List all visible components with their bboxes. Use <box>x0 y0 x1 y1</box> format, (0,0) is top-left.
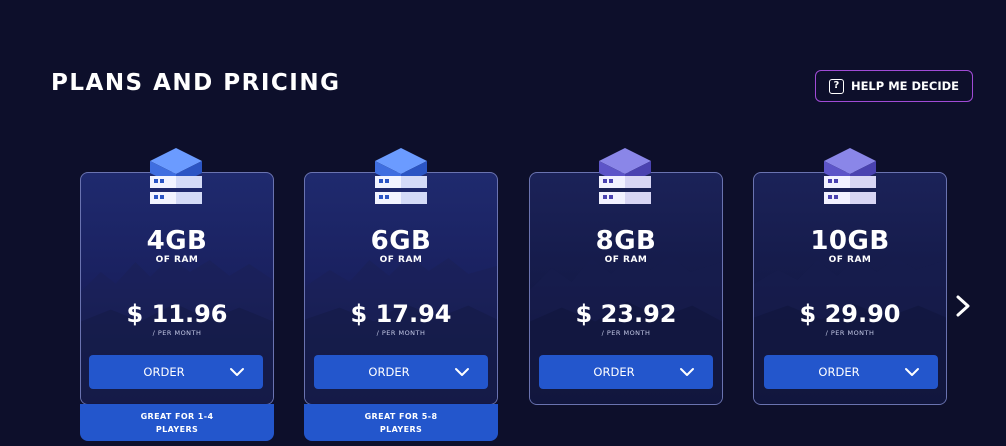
order-button[interactable]: ORDER <box>314 355 488 389</box>
plan-ram: 8GB <box>595 226 657 256</box>
server-stack-icon <box>150 148 202 204</box>
plan-price: $ 11.96 <box>126 300 228 328</box>
plan-price-period: / PER MONTH <box>152 329 202 337</box>
order-button[interactable]: ORDER <box>539 355 713 389</box>
order-label: ORDER <box>593 365 635 379</box>
help-me-decide-button[interactable]: ? HELP ME DECIDE <box>815 70 973 102</box>
chevron-down-icon <box>680 368 694 376</box>
chevron-right-icon[interactable] <box>952 293 974 319</box>
plan-price-period: / PER MONTH <box>376 329 426 337</box>
players-badge: GREAT FOR 5-8 PLAYERS <box>304 404 498 441</box>
plan-ram: 4GB <box>146 226 208 256</box>
chevron-down-icon <box>455 368 469 376</box>
plan-ram-sub: OF RAM <box>155 255 199 265</box>
badge-line-2: PLAYERS <box>379 424 423 434</box>
badge-line-1: GREAT FOR 5-8 <box>364 411 438 421</box>
plan-price: $ 29.90 <box>799 300 901 328</box>
badge-line-2: PLAYERS <box>155 424 199 434</box>
order-button[interactable]: ORDER <box>764 355 938 389</box>
order-label: ORDER <box>143 365 185 379</box>
help-me-decide-label: HELP ME DECIDE <box>850 79 960 93</box>
plan-ram: 10GB <box>810 226 890 256</box>
order-label: ORDER <box>368 365 410 379</box>
plan-ram-sub: OF RAM <box>604 255 648 265</box>
order-label: ORDER <box>818 365 860 379</box>
plan-price: $ 17.94 <box>350 300 452 328</box>
players-badge: GREAT FOR 1-4 PLAYERS <box>80 404 274 441</box>
badge-line-1: GREAT FOR 1-4 <box>140 411 214 421</box>
plan-ram: 6GB <box>370 226 432 256</box>
plan-price-period: / PER MONTH <box>825 329 875 337</box>
plan-price: $ 23.92 <box>575 300 677 328</box>
server-stack-icon <box>824 148 876 204</box>
order-button[interactable]: ORDER <box>89 355 263 389</box>
chevron-down-icon <box>230 368 244 376</box>
plan-price-period: / PER MONTH <box>601 329 651 337</box>
question-square-icon: ? <box>828 78 844 94</box>
server-stack-icon <box>599 148 651 204</box>
chevron-down-icon <box>905 368 919 376</box>
pricing-section: PLANS AND PRICING ? HELP ME DECIDE 4GB O… <box>0 0 1006 446</box>
page-title: PLANS AND PRICING <box>51 70 341 96</box>
plan-ram-sub: OF RAM <box>379 255 423 265</box>
server-stack-icon <box>375 148 427 204</box>
plan-ram-sub: OF RAM <box>828 255 872 265</box>
